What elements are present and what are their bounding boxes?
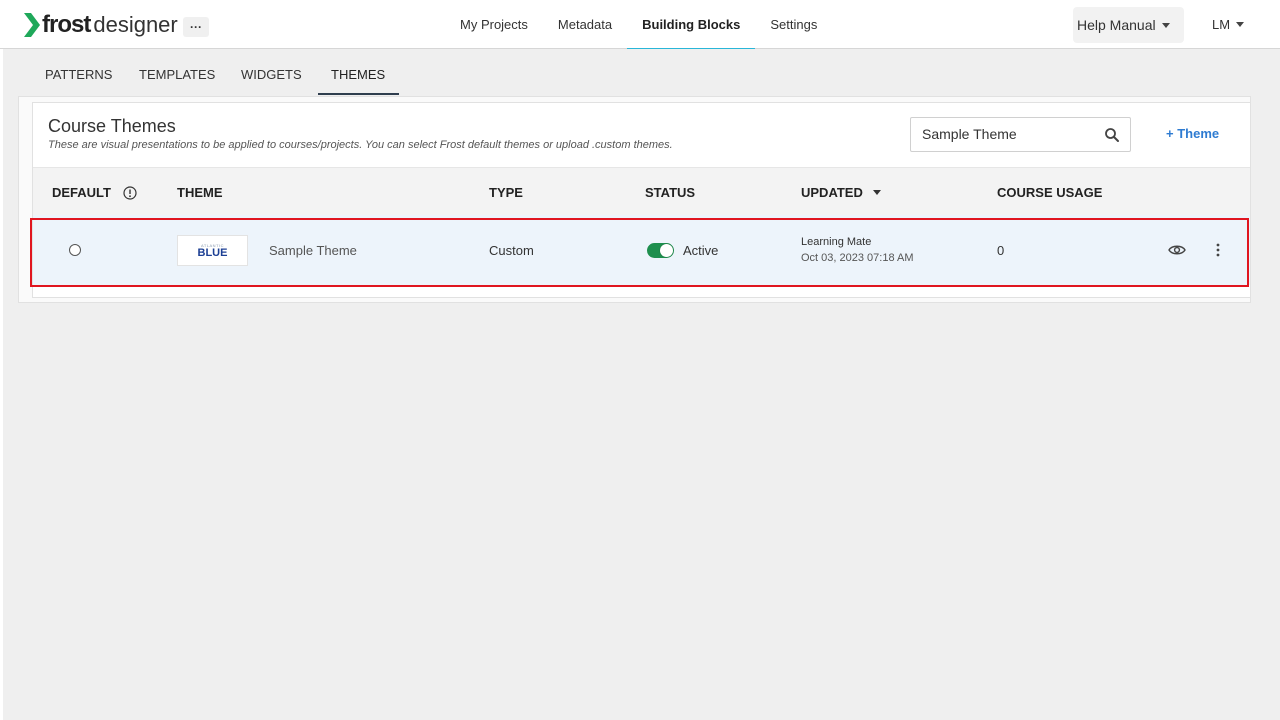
col-type: TYPE — [489, 185, 523, 200]
search-icon[interactable] — [1104, 127, 1120, 143]
search-field[interactable] — [910, 117, 1131, 152]
updated-at: Oct 03, 2023 07:18 AM — [801, 252, 914, 264]
sort-down-icon[interactable] — [872, 190, 881, 195]
user-initials: LM — [1212, 17, 1231, 32]
status-toggle[interactable] — [647, 243, 674, 258]
theme-type: Custom — [489, 243, 534, 258]
add-theme-button[interactable]: + Theme — [1166, 126, 1219, 141]
more-menu-button[interactable]: ··· — [183, 17, 209, 37]
preview-eye-icon[interactable] — [1168, 243, 1186, 257]
more-vertical-icon[interactable] — [1212, 242, 1224, 258]
default-radio[interactable] — [69, 244, 81, 256]
course-usage-count: 0 — [997, 243, 1005, 258]
col-default-label: DEFAULT — [52, 185, 111, 200]
logo-text-light: designer — [93, 12, 178, 37]
col-course-usage: COURSE USAGE — [997, 185, 1103, 200]
building-blocks-tabs: PATTERNS TEMPLATES WIDGETS THEMES — [3, 49, 1280, 96]
info-icon[interactable] — [123, 185, 137, 200]
page-edge — [0, 49, 3, 720]
nav-settings[interactable]: Settings — [755, 0, 832, 49]
col-default: DEFAULT — [52, 185, 137, 200]
tab-patterns[interactable]: PATTERNS — [45, 67, 112, 82]
status-label: Active — [683, 243, 719, 258]
top-bar: frost designer ··· My Projects Metadata … — [0, 0, 1280, 50]
col-status: STATUS — [645, 185, 696, 200]
theme-thumbnail: ATLANTIC BLUE — [177, 235, 248, 266]
active-tab-indicator — [318, 93, 399, 95]
nav-building-blocks[interactable]: Building Blocks — [627, 0, 756, 50]
app-logo[interactable]: frost designer — [24, 11, 178, 39]
logo-text-bold: frost — [42, 11, 91, 38]
tab-widgets[interactable]: WIDGETS — [241, 67, 302, 82]
table-header: DEFAULT THEME TYPE STATUS UPDATED COURSE… — [33, 167, 1250, 215]
search-input[interactable] — [922, 126, 1102, 142]
updated-by: Learning Mate — [801, 236, 872, 248]
help-manual-label: Help Manual — [1077, 17, 1156, 33]
tab-templates[interactable]: TEMPLATES — [139, 67, 215, 82]
help-manual-dropdown[interactable]: Help Manual — [1073, 7, 1184, 43]
col-updated[interactable]: UPDATED — [801, 185, 881, 200]
page-title: Course Themes — [48, 116, 176, 136]
col-theme: THEME — [177, 185, 223, 200]
logo-chevron-icon — [24, 13, 40, 37]
main-nav: My Projects Metadata Building Blocks Set… — [445, 0, 832, 50]
thumbnail-title: BLUE — [197, 246, 228, 259]
user-menu[interactable]: LM — [1212, 17, 1245, 32]
chevron-down-icon — [1161, 22, 1170, 28]
page-description: These are visual presentations to be app… — [48, 139, 673, 151]
theme-name[interactable]: Sample Theme — [269, 243, 357, 258]
chevron-down-icon — [1236, 22, 1245, 27]
nav-metadata[interactable]: Metadata — [543, 0, 627, 49]
nav-my-projects[interactable]: My Projects — [445, 0, 543, 49]
tab-themes[interactable]: THEMES — [331, 67, 385, 82]
col-updated-label: UPDATED — [801, 185, 863, 200]
